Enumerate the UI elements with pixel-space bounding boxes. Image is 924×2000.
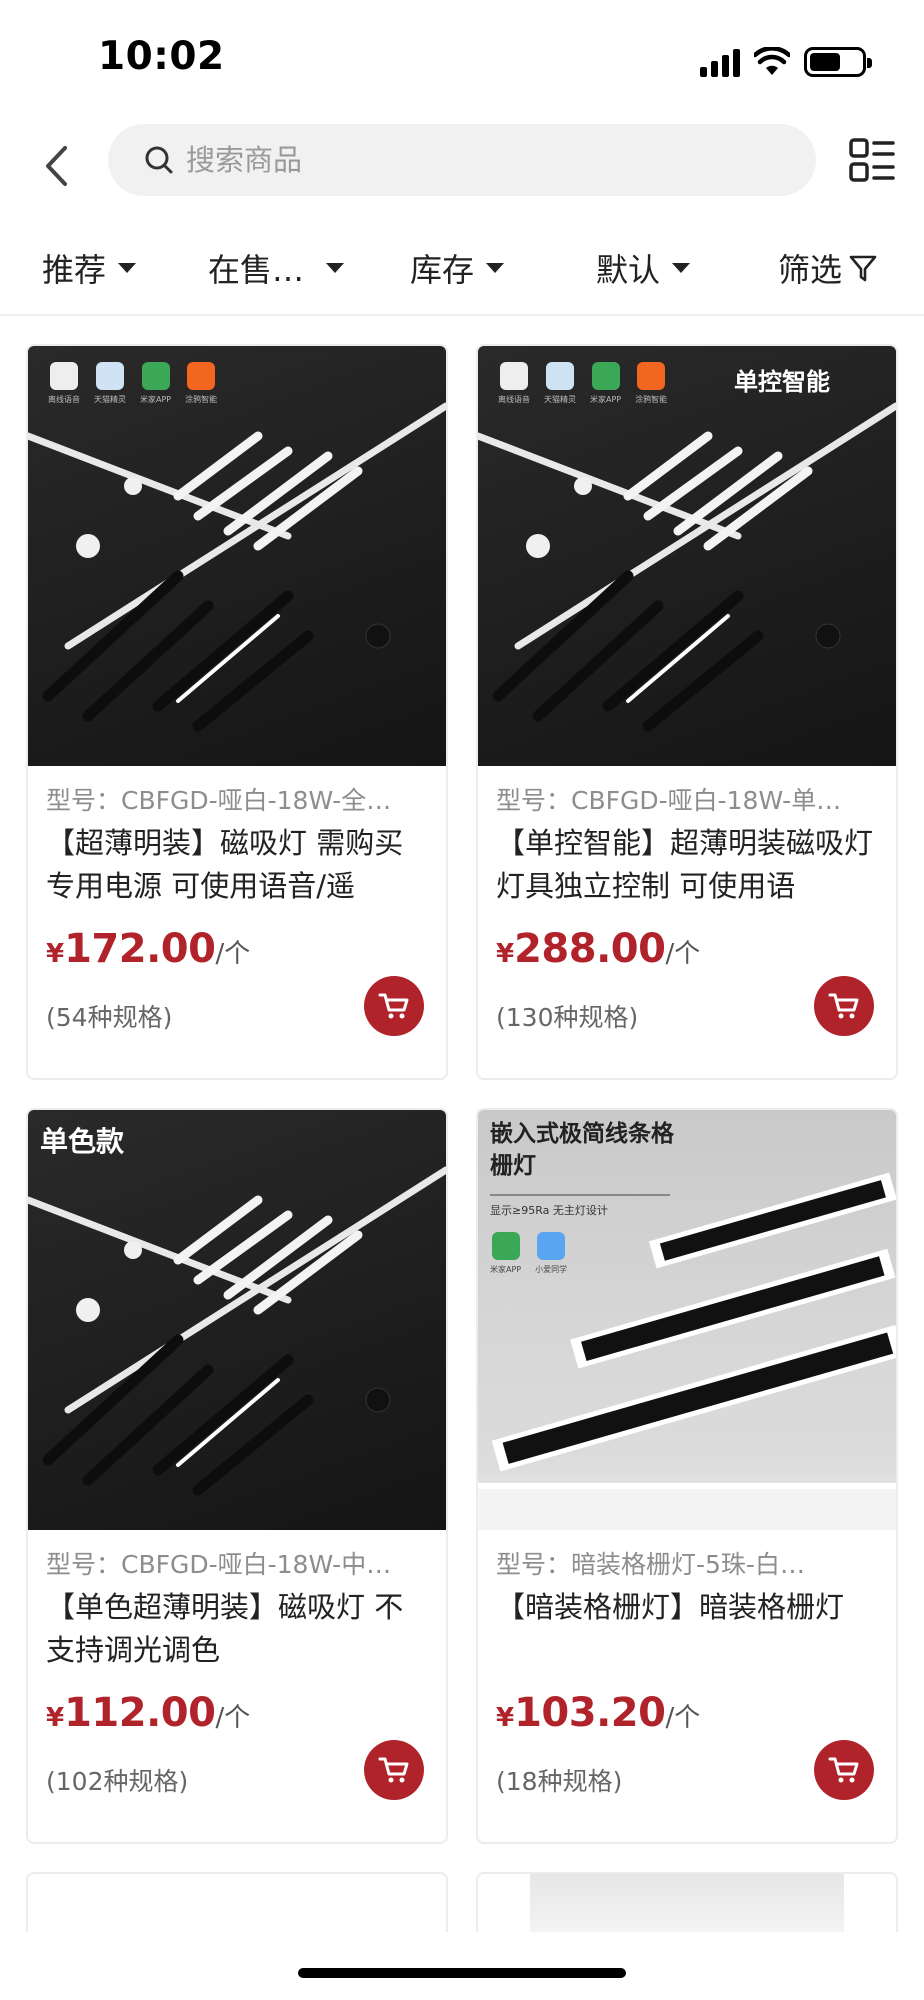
- caret-down-icon: [672, 263, 691, 273]
- product-image: [530, 1874, 844, 1932]
- battery-icon: [804, 47, 872, 77]
- status-bar: 10:02: [0, 0, 924, 120]
- product-card-partial[interactable]: [26, 1872, 448, 1932]
- layout-toggle-icon: [849, 138, 895, 182]
- product-title: 【单控智能】超薄明装磁吸灯 灯具独立控制 可使用语: [496, 826, 874, 903]
- filter-label: 库存: [410, 251, 475, 289]
- filter-label: 筛选: [778, 251, 843, 289]
- filter-stock[interactable]: 库存: [410, 244, 505, 292]
- back-icon: [46, 146, 67, 186]
- product-image: 离线语音 天猫精灵 米家APP 涂鸦智能: [28, 346, 446, 766]
- search-header: [0, 120, 924, 220]
- product-info: 型号：暗装格栅灯-5珠-白… 【暗装格栅灯】暗装格栅灯 ¥103.20/个 (1…: [478, 1530, 896, 1800]
- product-model: 型号：CBFGD-哑白-18W-全…: [46, 786, 392, 815]
- product-price: ¥103.20/个: [496, 1690, 701, 1736]
- back-button[interactable]: [34, 138, 78, 194]
- home-indicator: [298, 1968, 626, 1978]
- filter-label: 默认: [596, 251, 661, 289]
- cart-icon: [828, 993, 859, 1019]
- product-info: 型号：CBFGD-哑白-18W-单… 【单控智能】超薄明装磁吸灯 灯具独立控制 …: [478, 766, 896, 1036]
- filter-funnel-icon: [849, 255, 877, 282]
- product-model: 型号：暗装格栅灯-5珠-白…: [496, 1550, 805, 1579]
- status-time: 10:02: [98, 34, 225, 79]
- add-to-cart-button[interactable]: [814, 976, 874, 1036]
- add-to-cart-button[interactable]: [814, 1740, 874, 1800]
- cart-icon: [378, 993, 409, 1019]
- filter-label: 在售…: [208, 251, 305, 289]
- product-price: ¥288.00/个: [496, 926, 701, 972]
- product-title: 【暗装格栅灯】暗装格栅灯: [496, 1590, 845, 1624]
- caret-down-icon: [326, 263, 345, 273]
- product-card[interactable]: 离线语音 天猫精灵 米家APP 涂鸦智能 单控智能 型号：CBFGD-哑白-18…: [476, 344, 898, 1080]
- search-box[interactable]: [108, 124, 816, 196]
- filter-on-sale[interactable]: 在售…: [208, 244, 345, 292]
- product-model: 型号：CBFGD-哑白-18W-中…: [46, 1550, 392, 1579]
- product-card[interactable]: 离线语音 天猫精灵 米家APP 涂鸦智能 型号：CBFGD-哑白-18W-全… …: [26, 344, 448, 1080]
- product-title: 【单色超薄明装】磁吸灯 不支持调光调色: [46, 1590, 404, 1667]
- filter-label: 推荐: [42, 251, 107, 289]
- product-image: 单色款: [28, 1110, 446, 1530]
- product-price: ¥172.00/个: [46, 926, 251, 972]
- status-icons: [700, 44, 872, 80]
- search-icon: [144, 143, 178, 177]
- cart-icon: [828, 1757, 859, 1783]
- product-model: 型号：CBFGD-哑白-18W-单…: [496, 786, 842, 815]
- filter-recommend[interactable]: 推荐: [42, 244, 137, 292]
- product-info: 型号：CBFGD-哑白-18W-全… 【超薄明装】磁吸灯 需购买专用电源 可使用…: [28, 766, 446, 1036]
- search-input[interactable]: [186, 143, 746, 177]
- product-image: 离线语音 天猫精灵 米家APP 涂鸦智能 单控智能: [478, 346, 896, 766]
- wifi-icon: [754, 47, 790, 75]
- filter-default-sort[interactable]: 默认: [596, 244, 691, 292]
- add-to-cart-button[interactable]: [364, 976, 424, 1036]
- product-card[interactable]: 单色款 型号：CBFGD-哑白-18W-中… 【单色超薄明装】磁吸灯 不支持调光…: [26, 1108, 448, 1844]
- product-card-partial[interactable]: [476, 1872, 898, 1932]
- caret-down-icon: [118, 263, 137, 273]
- caret-down-icon: [486, 263, 505, 273]
- add-to-cart-button[interactable]: [364, 1740, 424, 1800]
- product-image: 嵌入式极简线条格栅灯 显示≥95Ra 无主灯设计 米家APP 小爱同学: [478, 1110, 896, 1530]
- product-info: 型号：CBFGD-哑白-18W-中… 【单色超薄明装】磁吸灯 不支持调光调色 ¥…: [28, 1530, 446, 1800]
- product-price: ¥112.00/个: [46, 1690, 251, 1736]
- cart-icon: [378, 1757, 409, 1783]
- product-card[interactable]: 嵌入式极简线条格栅灯 显示≥95Ra 无主灯设计 米家APP 小爱同学 型号：暗…: [476, 1108, 898, 1844]
- product-title: 【超薄明装】磁吸灯 需购买专用电源 可使用语音/遥: [46, 826, 404, 903]
- layout-toggle-button[interactable]: [848, 136, 896, 184]
- cellular-signal-icon: [700, 47, 740, 77]
- filter-bar: 推荐 在售… 库存 默认 筛选: [0, 228, 924, 316]
- filter-screen[interactable]: 筛选: [778, 244, 878, 292]
